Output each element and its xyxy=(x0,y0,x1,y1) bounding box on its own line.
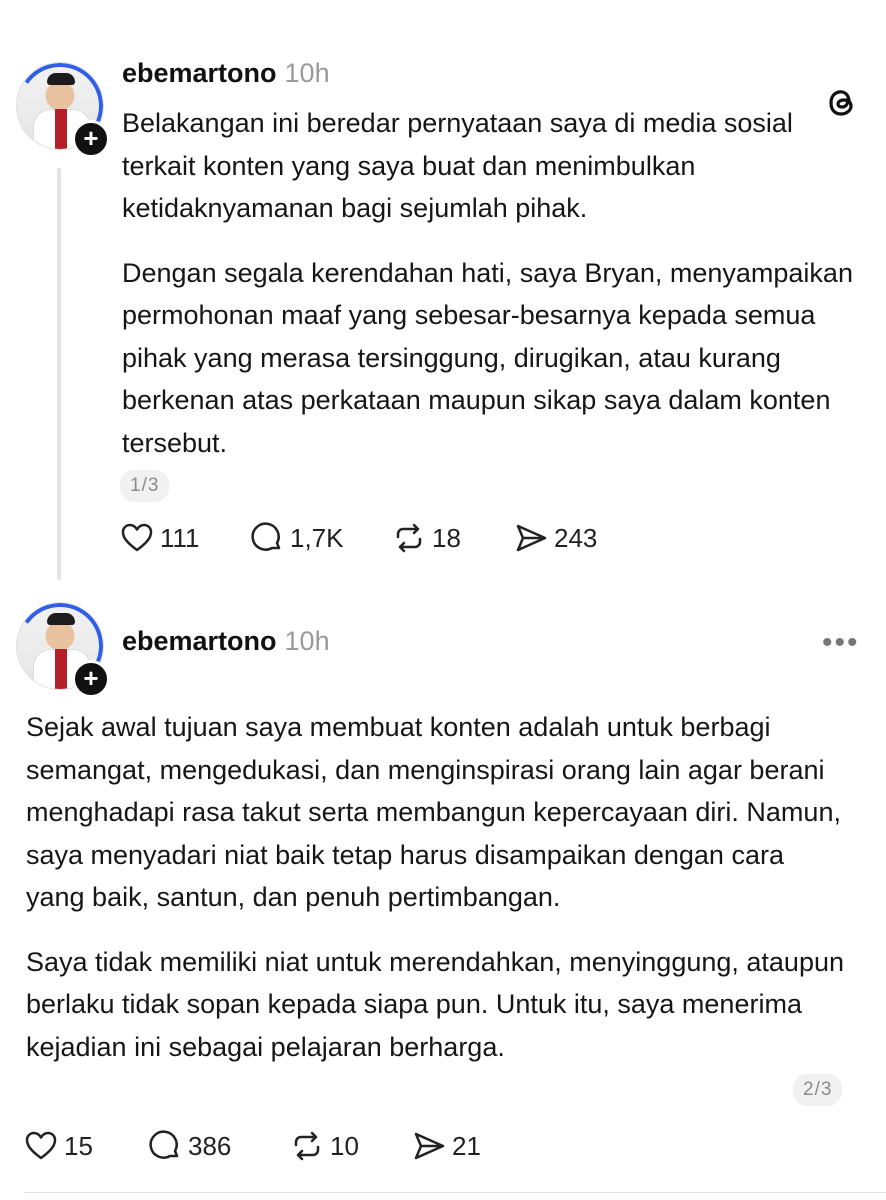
like-count: 15 xyxy=(64,1130,93,1161)
avatar-hair xyxy=(47,73,75,85)
heart-icon xyxy=(25,1131,57,1160)
avatar-shirt xyxy=(55,109,67,149)
post-body: Sejak awal tujuan saya membuat konten ad… xyxy=(26,706,846,1068)
post-body: Belakangan ini beredar pernyataan saya d… xyxy=(122,102,862,464)
timestamp: 10h xyxy=(284,626,330,656)
comment-button[interactable]: 386 xyxy=(148,1129,290,1163)
comment-count: 1,7K xyxy=(290,522,344,553)
comment-button[interactable]: 1,7K xyxy=(250,521,392,555)
post-paragraph: Saya tidak memiliki niat untuk merendahk… xyxy=(26,946,844,1062)
post-paragraph: Sejak awal tujuan saya membuat konten ad… xyxy=(26,712,841,912)
like-button[interactable]: 15 xyxy=(24,1129,148,1163)
username[interactable]: ebemartono xyxy=(122,58,277,88)
username[interactable]: ebemartono xyxy=(122,626,277,656)
follow-button[interactable]: + xyxy=(72,120,110,158)
repost-icon xyxy=(396,523,422,553)
thread-line xyxy=(57,168,61,580)
post-paragraph: Dengan segala kerendahan hati, saya Brya… xyxy=(122,257,853,458)
repost-button[interactable]: 10 xyxy=(290,1129,412,1163)
avatar-hair xyxy=(47,613,75,625)
avatar-shirt xyxy=(55,649,67,689)
page-indicator: 2/3 xyxy=(793,1074,843,1106)
action-bar: 111 1,7K 18 243 xyxy=(120,521,597,555)
post-header: ebemartono 10h xyxy=(122,58,330,89)
repost-count: 10 xyxy=(330,1130,359,1161)
share-button[interactable]: 243 xyxy=(514,521,597,555)
pager-badge: 1/3 xyxy=(120,470,170,502)
repost-button[interactable]: 18 xyxy=(392,521,514,555)
post-paragraph: Belakangan ini beredar pernyataan saya d… xyxy=(122,108,793,223)
share-button[interactable]: 21 xyxy=(412,1129,481,1163)
post-header: ebemartono 10h xyxy=(122,626,330,657)
send-icon xyxy=(414,1132,445,1160)
repost-icon xyxy=(294,1131,320,1161)
repost-count: 18 xyxy=(432,522,461,553)
action-bar: 15 386 10 21 xyxy=(24,1129,481,1163)
like-count: 111 xyxy=(160,522,200,553)
comment-icon xyxy=(251,522,281,551)
send-icon xyxy=(516,524,547,552)
comment-count: 386 xyxy=(188,1130,232,1161)
timestamp: 10h xyxy=(284,58,330,88)
heart-icon xyxy=(121,523,153,552)
pager-badge: 2/3 xyxy=(793,1074,843,1106)
follow-button[interactable]: + xyxy=(72,660,110,698)
like-button[interactable]: 111 xyxy=(120,521,250,555)
page-indicator: 1/3 xyxy=(120,470,170,502)
comment-icon xyxy=(149,1130,179,1159)
share-count: 243 xyxy=(554,522,598,553)
more-options-icon[interactable]: ••• xyxy=(822,626,860,660)
share-count: 21 xyxy=(452,1130,481,1161)
divider xyxy=(24,1192,886,1193)
